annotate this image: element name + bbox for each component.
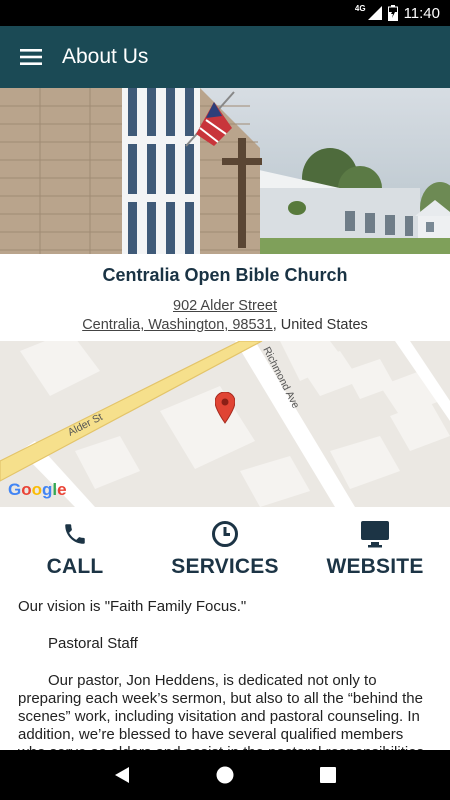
home-button[interactable]: [205, 755, 245, 795]
recents-button[interactable]: [308, 755, 348, 795]
phone-icon: [65, 524, 85, 544]
location-pin-icon[interactable]: [215, 392, 235, 424]
address-city-link[interactable]: Centralia, Washington, 98531: [82, 317, 273, 333]
services-button[interactable]: SERVICES: [150, 518, 300, 590]
signal-icon: [367, 6, 382, 20]
website-button[interactable]: WEBSITE: [300, 518, 450, 590]
system-nav-bar: [0, 750, 450, 800]
clock-icon: [212, 521, 238, 547]
network-type: 4G: [354, 3, 366, 13]
menu-button[interactable]: [0, 26, 62, 88]
page-title: About Us: [62, 45, 149, 68]
monitor-icon: [361, 521, 389, 548]
staff-heading: Pastoral Staff: [48, 635, 138, 652]
about-us-screen: 4G 11:40 About Us Centralia Open Bible C…: [0, 0, 450, 800]
vision-statement: Our vision is "Faith Family Focus.": [18, 598, 247, 615]
battery-icon: [387, 5, 398, 21]
recents-square-icon: [320, 767, 337, 783]
website-label: WEBSITE: [326, 555, 424, 578]
address-country: , United States: [272, 317, 368, 333]
hamburger-menu-icon: [20, 49, 42, 65]
call-label: CALL: [46, 555, 104, 578]
services-label: SERVICES: [171, 555, 279, 578]
church-name: Centralia Open Bible Church: [102, 265, 348, 285]
about-content: Our vision is "Faith Family Focus." Past…: [0, 598, 450, 750]
google-logo: Google: [8, 480, 67, 499]
app-bar: About Us: [0, 26, 450, 88]
address-street-link[interactable]: 902 Alder Street: [173, 298, 277, 314]
church-info: Centralia Open Bible Church 902 Alder St…: [0, 254, 450, 341]
action-bar: CALL SERVICES WEBSITE: [0, 518, 450, 590]
pastor-paragraph: Our pastor, Jon Heddens, is dedicated no…: [18, 672, 428, 750]
back-triangle-icon: [114, 767, 129, 783]
call-button[interactable]: CALL: [0, 518, 150, 590]
clock-time: 11:40: [403, 4, 440, 22]
home-circle-icon: [216, 766, 234, 784]
status-bar: 4G 11:40: [0, 0, 450, 26]
back-button[interactable]: [102, 755, 142, 795]
church-photo: [0, 88, 450, 254]
location-map[interactable]: Alder St Richmond Ave Google: [0, 341, 450, 507]
